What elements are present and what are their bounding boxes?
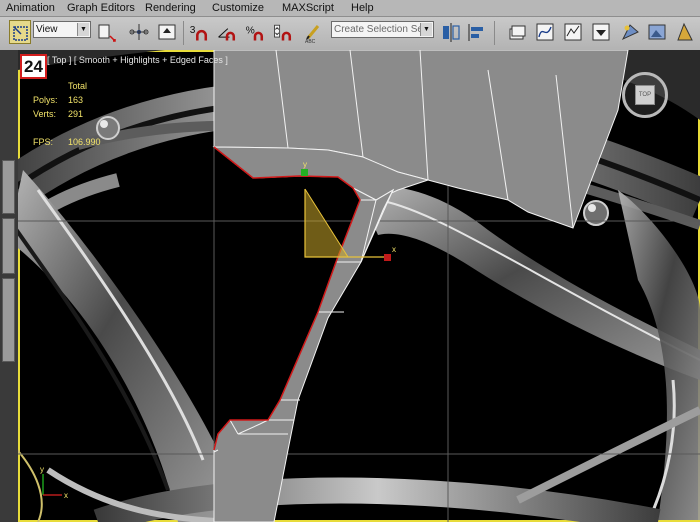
reference-coordinate-dropdown[interactable]: View ▼ [33, 21, 91, 38]
select-region-button[interactable] [9, 20, 31, 44]
menu-help[interactable]: Help [351, 1, 374, 15]
chevron-down-icon: ▼ [77, 23, 89, 36]
menu-animation[interactable]: Animation [6, 1, 55, 15]
verts-label: Verts: [33, 109, 57, 119]
svg-text:%: % [246, 26, 255, 37]
menu-bar: Animation Graph Editors Rendering Custom… [0, 0, 700, 17]
schematic-view-icon [564, 23, 582, 41]
mirror-icon [443, 23, 460, 42]
angle-snap-button[interactable] [216, 20, 242, 44]
menu-rendering[interactable]: Rendering [145, 1, 196, 15]
angle-snap-icon [218, 28, 236, 41]
curve-editor-icon [536, 23, 554, 41]
select-and-link-button[interactable] [96, 20, 118, 44]
svg-text:ABC: ABC [305, 39, 316, 44]
pivot-button[interactable] [128, 20, 150, 44]
select-by-name-button[interactable] [156, 20, 178, 44]
main-toolbar: View ▼ 3 % ABC Create Selection Se ▼ [0, 17, 700, 51]
spinner-snap-icon [274, 24, 292, 41]
layer-manager-icon [509, 25, 526, 40]
layer-manager-button[interactable] [506, 20, 528, 44]
chevron-down-icon: ▼ [420, 23, 432, 36]
left-panel-tab[interactable] [2, 160, 15, 214]
verts-value: 291 [68, 109, 84, 119]
fps-value: 106.990 [68, 137, 101, 147]
select-and-link-icon [98, 24, 116, 42]
gizmo-x-label: x [392, 245, 396, 254]
viewport-label[interactable]: [ Top ] [ Smooth + Highlights + Edged Fa… [47, 55, 228, 65]
pivot-icon [129, 24, 149, 40]
align-button[interactable] [466, 20, 488, 44]
toolbar-separator [183, 21, 184, 45]
viewport-scene[interactable]: y x y x [18, 50, 700, 522]
render-frame-icon [648, 24, 666, 40]
render-icon [677, 22, 693, 41]
fps-label: FPS: [33, 137, 54, 147]
edit-named-selections-icon: ABC [305, 25, 320, 44]
mirror-button[interactable] [440, 20, 462, 44]
align-icon [468, 24, 483, 41]
toolbar-separator [494, 21, 495, 45]
edit-named-selections-button[interactable]: ABC [302, 20, 324, 44]
select-region-icon [13, 26, 28, 41]
menu-graph-editors[interactable]: Graph Editors [67, 1, 135, 15]
selection-set-value: Create Selection Se [334, 24, 423, 35]
select-by-name-icon [158, 24, 176, 40]
polys-value: 163 [68, 95, 84, 105]
render-button[interactable] [674, 20, 696, 44]
schematic-view-button[interactable] [562, 20, 584, 44]
material-editor-icon [592, 23, 610, 41]
gizmo-y-label: y [303, 160, 307, 169]
menu-customize[interactable]: Customize [212, 1, 264, 15]
percent-snap-icon: % [246, 26, 264, 41]
stats-header: Total [68, 81, 88, 91]
material-editor-button[interactable] [590, 20, 612, 44]
tripod-x-label: x [64, 491, 68, 500]
snaps-toggle-icon: 3 [190, 25, 208, 41]
selection-set-dropdown[interactable]: Create Selection Se ▼ [331, 21, 434, 38]
left-command-strip [0, 50, 18, 522]
left-panel-tab[interactable] [2, 278, 15, 362]
viewcube[interactable]: TOP [622, 72, 668, 118]
polys-label: Polys: [33, 95, 58, 105]
render-setup-button[interactable] [620, 20, 642, 44]
snap-3d-label: 3 [190, 25, 196, 36]
render-frame-button[interactable] [646, 20, 668, 44]
tripod-y-label: y [40, 465, 44, 474]
viewcube-top-face[interactable]: TOP [635, 85, 655, 105]
gizmo-y-handle[interactable] [301, 169, 308, 176]
spinner-snap-button[interactable] [272, 20, 298, 44]
percent-snap-button[interactable]: % [244, 20, 270, 44]
curve-editor-button[interactable] [534, 20, 556, 44]
menu-maxscript[interactable]: MAXScript [282, 1, 334, 15]
top-viewport[interactable]: y x y x 24 [ Top ] [ Smooth + Highlights… [18, 50, 700, 522]
left-panel-tab[interactable] [2, 218, 15, 274]
reference-coordinate-value: View [36, 24, 58, 35]
step-number-badge: 24 [20, 54, 47, 79]
render-setup-icon [621, 24, 639, 41]
gizmo-x-handle[interactable] [384, 254, 391, 261]
snaps-toggle-button[interactable]: 3 [188, 20, 214, 44]
